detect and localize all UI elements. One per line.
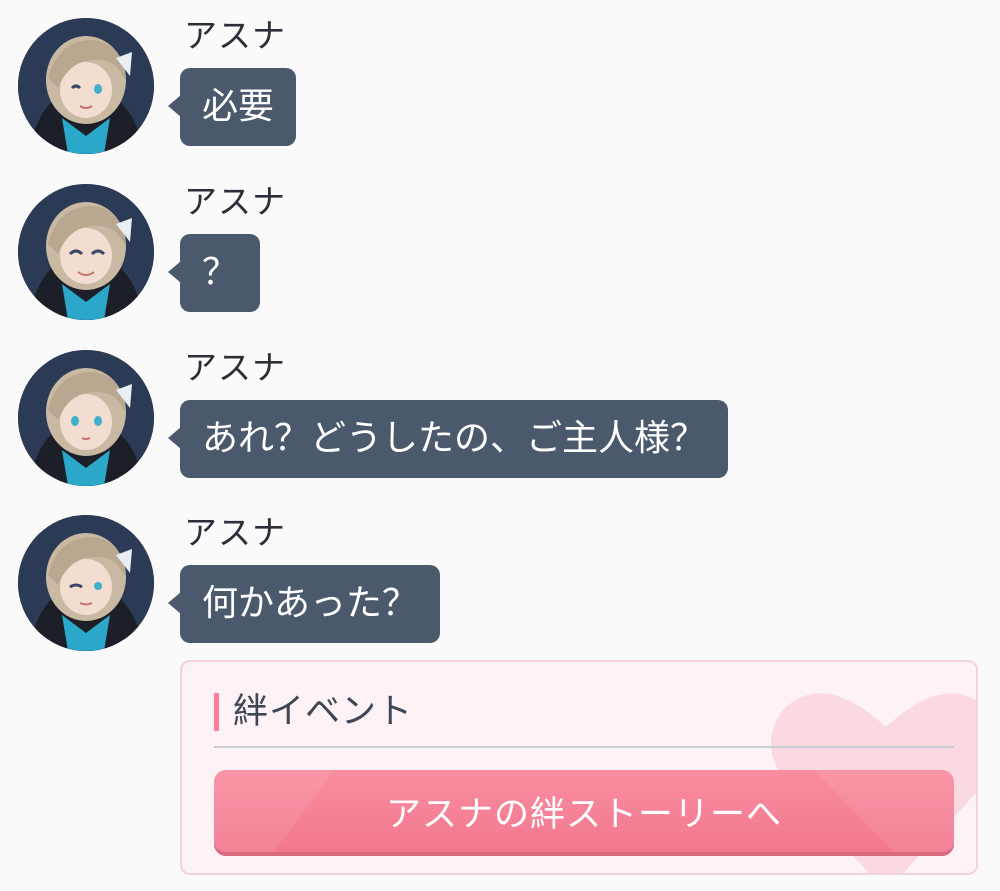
chat-message: アスナ 何かあった？ — [18, 513, 978, 655]
sender-name: アスナ — [184, 348, 286, 387]
character-avatar-icon[interactable] — [18, 350, 154, 486]
character-avatar-icon[interactable] — [18, 184, 154, 320]
chat-message: アスナ 必要 — [18, 16, 978, 158]
message-bubble: ？ — [167, 234, 261, 312]
sender-name: アスナ — [184, 182, 286, 221]
sender-name: アスナ — [184, 16, 286, 55]
divider — [214, 746, 954, 748]
bond-story-button[interactable]: アスナの絆ストーリーへ — [214, 770, 954, 852]
accent-bar — [214, 693, 219, 731]
bond-event-title: 絆イベント — [233, 692, 414, 732]
character-avatar-icon[interactable] — [18, 515, 154, 651]
message-bubble: 何かあった？ — [167, 565, 441, 643]
sender-name: アスナ — [184, 513, 286, 552]
chat-message: アスナ あれ？どうしたの、ご主人様？ — [18, 348, 978, 490]
message-bubble: あれ？どうしたの、ご主人様？ — [167, 400, 729, 478]
character-avatar-icon[interactable] — [18, 18, 154, 154]
bond-event-card: 絆イベント アスナの絆ストーリーへ — [180, 660, 978, 875]
bond-story-button-label: アスナの絆ストーリーへ — [385, 794, 782, 835]
message-bubble: 必要 — [167, 68, 297, 146]
chat-log: アスナ 必要 アスナ ？ アスナ あれ？どうしたの、ご主人様？ アスナ 何かあっ… — [0, 0, 1000, 891]
chat-message: アスナ ？ — [18, 182, 978, 324]
bond-event-header: 絆イベント — [214, 690, 413, 734]
